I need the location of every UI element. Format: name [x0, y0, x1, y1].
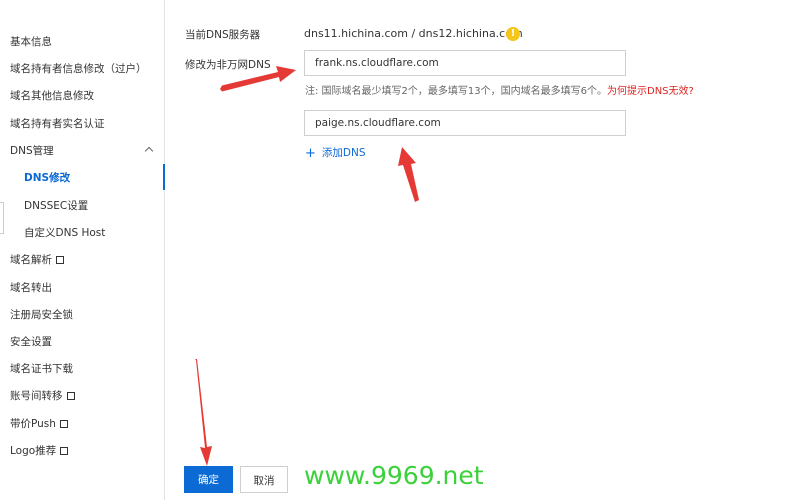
sidebar-item-label: 带价Push	[10, 418, 56, 430]
sidebar-item-dns-management[interactable]: DNS管理	[0, 141, 164, 161]
sidebar-item-dns-resolve[interactable]: 域名解析	[0, 250, 164, 270]
warning-icon[interactable]: !	[506, 27, 520, 41]
sidebar-item-label: DNSSEC设置	[24, 200, 89, 212]
chevron-up-icon	[144, 146, 154, 156]
dns-note: 注: 国际域名最少填写2个，最多填写13个，国内域名最多填写6个。为何提示DNS…	[305, 82, 694, 97]
dns2-input[interactable]	[304, 110, 626, 136]
active-indicator	[163, 164, 165, 190]
sidebar-item-label: 域名持有者实名认证	[10, 118, 105, 130]
watermark: www.9969.net	[304, 461, 484, 490]
sidebar-item-label: 域名其他信息修改	[10, 90, 94, 102]
sidebar-item-label: 账号间转移	[10, 390, 63, 402]
dns1-input[interactable]	[304, 50, 626, 76]
sidebar-collapse-handle[interactable]	[0, 202, 4, 234]
sidebar-item-price-push[interactable]: 带价Push	[0, 414, 164, 434]
external-link-icon	[66, 391, 76, 400]
current-dns-value: dns11.hichina.com / dns12.hichina.com	[304, 27, 523, 40]
sidebar-item-label: 域名证书下载	[10, 363, 73, 375]
sidebar-item-cert-download[interactable]: 域名证书下载	[0, 359, 164, 379]
arrow-to-dns2-input	[398, 147, 419, 202]
sidebar-item-dns-modify[interactable]: DNS修改	[0, 164, 165, 190]
sidebar-item-label: 域名持有者信息修改（过户）	[10, 63, 147, 75]
sidebar-item-dnssec[interactable]: DNSSEC设置	[0, 196, 164, 216]
current-dns-label: 当前DNS服务器	[185, 29, 261, 41]
change-dns-label: 修改为非万网DNS	[185, 59, 271, 71]
sidebar-item-realname[interactable]: 域名持有者实名认证	[0, 114, 164, 134]
sidebar-item-label: 注册局安全锁	[10, 309, 73, 321]
sidebar-item-custom-dns-host[interactable]: 自定义DNS Host	[0, 223, 164, 243]
sidebar-item-holder-transfer[interactable]: 域名持有者信息修改（过户）	[0, 59, 164, 79]
sidebar-item-basic-info[interactable]: 基本信息	[0, 32, 164, 52]
add-dns-label: 添加DNS	[321, 147, 366, 159]
external-link-icon	[59, 419, 69, 428]
dns-invalid-help-link[interactable]: 为何提示DNS无效?	[607, 86, 694, 97]
sidebar-item-other-info[interactable]: 域名其他信息修改	[0, 86, 164, 106]
add-dns-button[interactable]: + 添加DNS	[305, 145, 366, 161]
sidebar-item-label: DNS修改	[24, 172, 71, 184]
external-link-icon	[60, 446, 70, 455]
sidebar-item-label: 域名转出	[10, 282, 52, 294]
arrow-to-confirm-button	[195, 359, 212, 466]
sidebar-item-account-transfer[interactable]: 账号间转移	[0, 386, 164, 406]
sidebar-item-label: 自定义DNS Host	[24, 227, 106, 239]
plus-icon: +	[305, 146, 316, 161]
sidebar-item-label: 基本信息	[10, 36, 52, 48]
sidebar-item-label: DNS管理	[10, 145, 54, 157]
sidebar-item-registry-lock[interactable]: 注册局安全锁	[0, 305, 164, 325]
sidebar-item-label: 域名解析	[10, 254, 52, 266]
sidebar-item-label: Logo推荐	[10, 445, 57, 457]
sidebar-item-security[interactable]: 安全设置	[0, 332, 164, 352]
confirm-button[interactable]: 确定	[184, 466, 233, 493]
sidebar-item-label: 安全设置	[10, 336, 52, 348]
sidebar-item-transfer-out[interactable]: 域名转出	[0, 278, 164, 298]
external-link-icon	[56, 255, 65, 264]
dns-note-text: 注: 国际域名最少填写2个，最多填写13个，国内域名最多填写6个。	[305, 86, 607, 97]
sidebar: 基本信息 域名持有者信息修改（过户） 域名其他信息修改 域名持有者实名认证 DN…	[0, 0, 165, 500]
cancel-button[interactable]: 取消	[240, 466, 288, 493]
sidebar-item-logo[interactable]: Logo推荐	[0, 441, 164, 461]
